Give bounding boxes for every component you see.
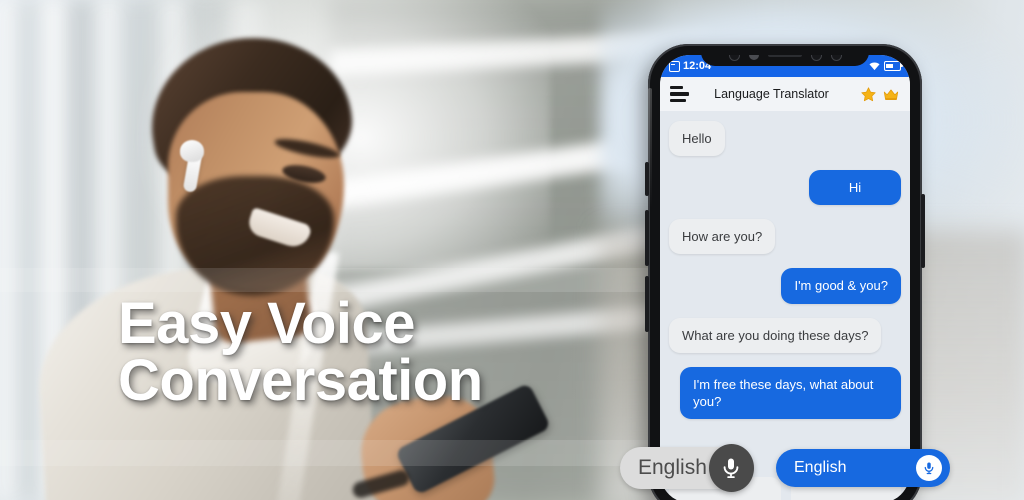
front-camera-icon — [728, 55, 740, 61]
chat-bubble-outgoing[interactable]: I'm good & you? — [781, 268, 901, 304]
target-language-selector[interactable]: English — [776, 449, 950, 487]
chat-row: How are you? — [669, 219, 901, 255]
sensor-icon — [748, 55, 759, 60]
star-icon[interactable] — [860, 86, 877, 103]
chat-bubble-incoming[interactable]: What are you doing these days? — [669, 317, 882, 353]
chat-bubble-incoming[interactable]: Hello — [669, 121, 725, 157]
phone-mute-switch[interactable] — [645, 162, 649, 196]
microphone-icon — [724, 458, 739, 478]
source-microphone-button[interactable] — [708, 444, 754, 492]
earbud-tip-icon — [180, 140, 204, 162]
promo-banner: Easy Voice Conversation 12:04 Language T… — [0, 0, 1024, 500]
earpiece-speaker-icon — [767, 55, 802, 57]
source-language-label: English — [638, 456, 707, 479]
chat-list[interactable]: Hello Hi How are you? I'm good & you? Wh… — [660, 111, 910, 477]
chat-row: I'm good & you? — [669, 268, 901, 304]
wifi-icon — [869, 61, 880, 70]
chat-row: Hi — [669, 170, 901, 206]
status-bar-right — [869, 61, 903, 71]
promo-headline: Easy Voice Conversation — [118, 291, 483, 413]
phone-volume-down-button[interactable] — [645, 276, 649, 332]
overlay-band-bottom — [0, 440, 660, 466]
hamburger-menu-icon[interactable] — [670, 85, 689, 103]
light-sensor-icon — [830, 55, 842, 61]
chat-row: Hello — [669, 121, 901, 157]
calendar-icon — [669, 60, 680, 72]
battery-icon — [884, 61, 903, 71]
phone-notch — [701, 55, 869, 66]
chat-row: What are you doing these days? — [669, 317, 901, 353]
chat-row: I'm free these days, what about you? — [669, 366, 901, 420]
app-bar: Language Translator — [660, 77, 910, 111]
crown-icon[interactable] — [882, 86, 900, 103]
overlay-band-top — [0, 268, 660, 292]
chat-bubble-incoming[interactable]: How are you? — [669, 219, 776, 255]
chat-bubble-outgoing[interactable]: I'm free these days, what about you? — [680, 366, 901, 420]
chat-bubble-outgoing[interactable]: Hi — [809, 170, 901, 206]
app-title: Language Translator — [714, 87, 829, 101]
phone-volume-up-button[interactable] — [645, 210, 649, 266]
phone-mockup: 12:04 Language Translator Hello Hi How a… — [645, 44, 925, 500]
phone-power-button[interactable] — [921, 194, 925, 268]
phone-screen: 12:04 Language Translator Hello Hi How a… — [660, 55, 910, 500]
target-microphone-button[interactable] — [916, 455, 942, 481]
language-bar: English English — [620, 444, 950, 492]
proximity-sensor-icon — [810, 55, 822, 61]
app-bar-actions — [860, 86, 900, 103]
target-language-label: English — [794, 459, 847, 476]
status-bar: 12:04 — [660, 55, 910, 77]
microphone-icon — [924, 462, 934, 475]
